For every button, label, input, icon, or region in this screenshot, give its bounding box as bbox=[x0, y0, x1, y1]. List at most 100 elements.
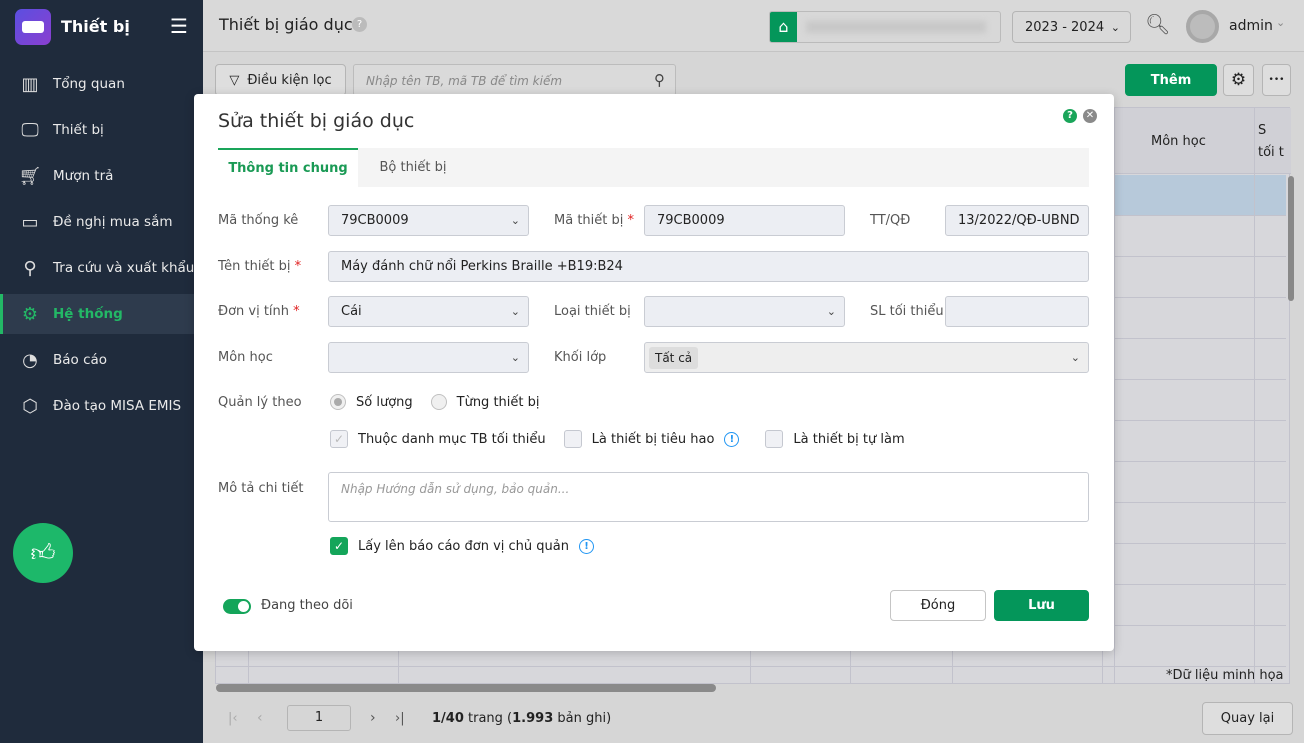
help-icon[interactable]: ? bbox=[1063, 109, 1077, 123]
subject-select[interactable]: ⌄ bbox=[328, 342, 529, 373]
grade-multiselect[interactable]: Tất cả ⌄ bbox=[644, 342, 1089, 373]
chevron-down-icon: ⌄ bbox=[510, 214, 520, 227]
analytics-search-icon[interactable]: 🔍︎ bbox=[1145, 12, 1170, 36]
report-checkbox[interactable]: ✓ bbox=[330, 537, 348, 555]
tab-bar: Thông tin chung Bộ thiết bị bbox=[218, 148, 1089, 187]
decision-input[interactable]: 13/2022/QĐ-UBND bbox=[945, 205, 1089, 236]
column-header-subject[interactable]: Môn học bbox=[1151, 134, 1206, 149]
label-unit: Đơn vị tính * bbox=[218, 304, 300, 319]
sidebar-item-borrow[interactable]: 🛒︎ Mượn trả bbox=[0, 156, 203, 196]
dialog-title: Sửa thiết bị giáo dục bbox=[218, 110, 415, 132]
user-name[interactable]: admin bbox=[1229, 18, 1273, 34]
label-device-type: Loại thiết bị bbox=[554, 304, 631, 319]
school-year-value: 2023 - 2024 bbox=[1025, 19, 1105, 35]
label-min-qty: SL tối thiểu bbox=[870, 304, 944, 319]
label-manage-by: Quản lý theo bbox=[218, 395, 302, 410]
stat-code-select[interactable]: 79CB0009 ⌄ bbox=[328, 205, 529, 236]
device-flags: ✓ Thuộc danh mục TB tối thiểu Là thiết bị… bbox=[330, 430, 905, 448]
sidebar-item-lookup[interactable]: ⚲ Tra cứu và xuất khẩu bbox=[0, 248, 203, 288]
radio-quantity[interactable] bbox=[330, 394, 346, 410]
manage-by-radio-group: Số lượng Từng thiết bị bbox=[330, 394, 539, 410]
min-catalog-label: Thuộc danh mục TB tối thiểu bbox=[358, 431, 546, 447]
self-made-checkbox[interactable] bbox=[765, 430, 784, 448]
row-divider bbox=[216, 666, 1286, 667]
school-selector[interactable]: ⌂ bbox=[769, 11, 1001, 43]
school-name-blurred bbox=[806, 21, 986, 33]
sidebar-item-purchase[interactable]: ▭ Đề nghị mua sắm bbox=[0, 202, 203, 242]
sidebar-item-reports[interactable]: ◔ Báo cáo bbox=[0, 340, 203, 380]
menu-toggle-icon[interactable]: ☰ bbox=[170, 14, 188, 38]
column-header-min-qty[interactable]: S tối t bbox=[1258, 120, 1284, 164]
radio-each-device[interactable] bbox=[430, 394, 447, 410]
filter-icon: ▽ bbox=[229, 72, 240, 88]
projector-icon: ▭ bbox=[21, 211, 39, 233]
device-code-input[interactable]: 79CB0009 bbox=[644, 205, 845, 236]
page-number-input[interactable]: 1 bbox=[287, 705, 351, 731]
settings-gear-icon[interactable]: ⚙ bbox=[1223, 64, 1254, 96]
save-button[interactable]: Lưu bbox=[994, 590, 1089, 621]
gear-icon: ⚙ bbox=[21, 303, 39, 325]
sidebar-item-label: Tổng quan bbox=[53, 76, 125, 92]
filter-label: Điều kiện lọc bbox=[247, 72, 332, 88]
label-device-name: Tên thiết bị * bbox=[218, 259, 302, 274]
horizontal-scrollbar[interactable] bbox=[216, 684, 716, 692]
column-divider bbox=[1102, 651, 1103, 684]
sidebar-item-training[interactable]: ⬡ Đào tạo MISA EMIS bbox=[0, 386, 203, 426]
next-page-icon[interactable]: › bbox=[370, 710, 376, 726]
more-options-button[interactable]: ••• bbox=[1262, 64, 1291, 96]
back-button[interactable]: Quay lại bbox=[1202, 702, 1293, 735]
label-grade: Khối lớp bbox=[554, 350, 607, 365]
sidebar: Thiết bị ☰ ▥ Tổng quan 🖵 Thiết bị 🛒︎ Mượn t… bbox=[0, 0, 203, 743]
tracking-toggle[interactable] bbox=[223, 599, 251, 614]
search-input[interactable]: Nhập tên TB, mã TB để tìm kiếm ⚲ bbox=[353, 64, 676, 96]
column-divider bbox=[750, 651, 751, 684]
consumable-checkbox[interactable] bbox=[563, 430, 582, 448]
label-subject: Môn học bbox=[218, 350, 273, 365]
chevron-down-icon: ⌄ bbox=[826, 305, 836, 318]
feedback-thumbs-up-button[interactable]: 👍︎ bbox=[13, 523, 73, 583]
cube-icon: ⬡ bbox=[22, 395, 38, 417]
prev-page-icon[interactable]: ‹ bbox=[257, 710, 263, 726]
close-button[interactable]: Đóng bbox=[890, 590, 986, 621]
close-icon[interactable]: ✕ bbox=[1083, 109, 1097, 123]
first-page-icon[interactable]: |‹ bbox=[228, 711, 238, 726]
sidebar-item-label: Đào tạo MISA EMIS bbox=[53, 398, 182, 414]
add-button[interactable]: Thêm bbox=[1125, 64, 1217, 96]
unit-select[interactable]: Cái ⌄ bbox=[328, 296, 529, 327]
label-stat-code: Mã thống kê bbox=[218, 213, 299, 228]
report-label: Lấy lên báo cáo đơn vị chủ quản bbox=[358, 538, 569, 554]
filter-button[interactable]: ▽ Điều kiện lọc bbox=[215, 64, 346, 96]
tab-device-set[interactable]: Bộ thiết bị bbox=[358, 148, 468, 187]
last-page-icon[interactable]: ›| bbox=[395, 711, 405, 726]
radio-each-device-label: Từng thiết bị bbox=[456, 394, 540, 410]
min-catalog-checkbox[interactable]: ✓ bbox=[330, 430, 348, 448]
label-device-code: Mã thiết bị * bbox=[554, 213, 634, 228]
sidebar-item-devices[interactable]: 🖵 Thiết bị bbox=[0, 110, 203, 150]
grade-tag[interactable]: Tất cả bbox=[649, 346, 699, 369]
search-icon[interactable]: ⚲ bbox=[654, 71, 665, 89]
device-type-select[interactable]: ⌄ bbox=[644, 296, 845, 327]
info-icon[interactable]: ! bbox=[579, 538, 594, 554]
school-year-select[interactable]: 2023 - 2024 ⌄ bbox=[1012, 11, 1131, 43]
unit-value: Cái bbox=[341, 304, 362, 319]
home-icon: ⌂ bbox=[770, 12, 797, 42]
help-icon[interactable]: ? bbox=[352, 17, 367, 32]
column-divider bbox=[850, 651, 851, 684]
vertical-scrollbar[interactable] bbox=[1288, 176, 1294, 301]
avatar[interactable] bbox=[1186, 10, 1219, 43]
tab-general-info[interactable]: Thông tin chung bbox=[218, 148, 358, 187]
sidebar-item-overview[interactable]: ▥ Tổng quan bbox=[0, 64, 203, 104]
column-divider bbox=[248, 651, 249, 684]
description-placeholder: Nhập Hướng dẫn sử dụng, bảo quản... bbox=[341, 482, 570, 496]
min-qty-input[interactable] bbox=[945, 296, 1089, 327]
info-icon[interactable]: ! bbox=[724, 431, 740, 447]
chevron-down-icon: ⌄ bbox=[510, 351, 520, 364]
chevron-down-icon: ⌄ bbox=[1070, 351, 1080, 364]
device-name-input[interactable]: Máy đánh chữ nổi Perkins Braille +B19:B2… bbox=[328, 251, 1089, 282]
chevron-down-icon: ⌄ bbox=[1110, 20, 1120, 34]
sidebar-item-system[interactable]: ⚙ Hệ thống bbox=[0, 294, 203, 334]
sample-data-note: *Dữ liệu minh họa bbox=[1166, 668, 1284, 683]
description-textarea[interactable]: Nhập Hướng dẫn sử dụng, bảo quản... bbox=[328, 472, 1089, 522]
column-divider bbox=[1254, 108, 1255, 684]
chevron-down-icon[interactable]: ⌄ bbox=[1276, 16, 1285, 29]
